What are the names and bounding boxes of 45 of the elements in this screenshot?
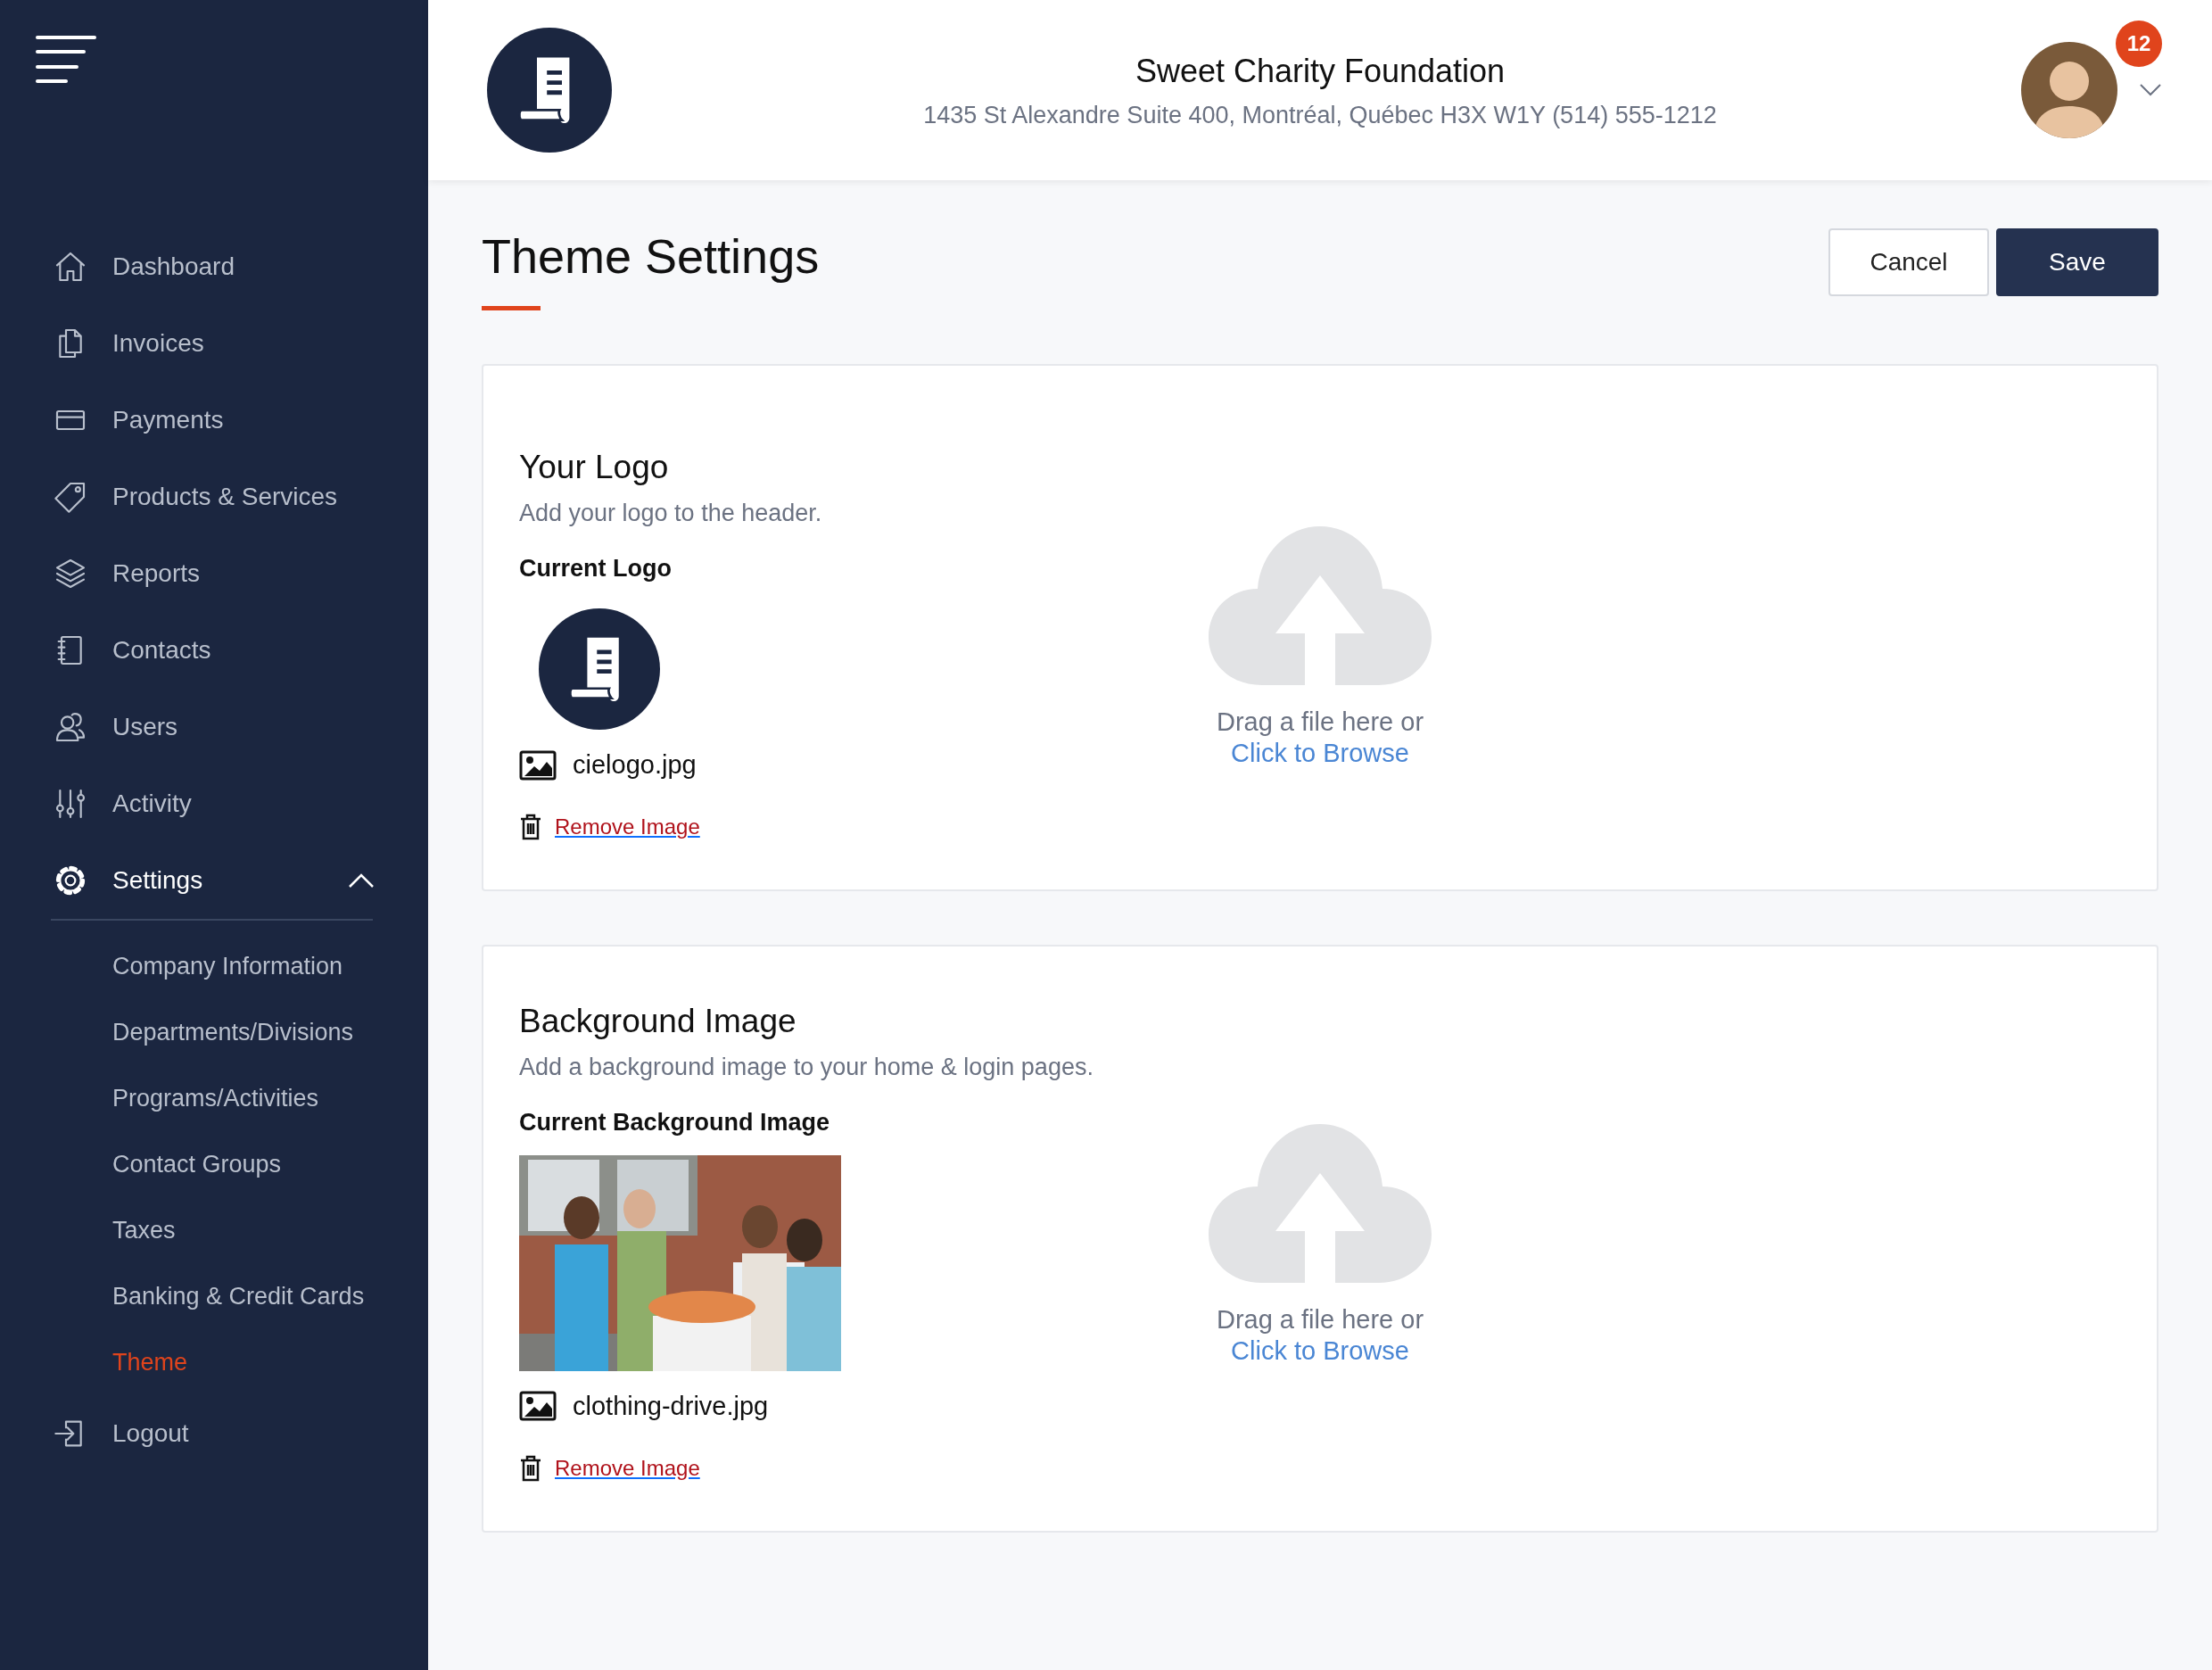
section-title: Background Image	[519, 1002, 797, 1042]
browse-link[interactable]: Click to Browse	[1231, 1335, 1409, 1365]
section-title: Your Logo	[519, 448, 670, 488]
image-file-icon	[519, 749, 557, 781]
section-description: Add a background image to your home & login pages.	[519, 1052, 1094, 1082]
title-underline	[482, 306, 541, 311]
sidebar-item[interactable]: Activity	[0, 765, 428, 842]
sidebar-item[interactable]: Dashboard	[0, 228, 428, 305]
submenu-item[interactable]: Departments/Divisions	[0, 999, 428, 1065]
trash-icon	[519, 1455, 542, 1483]
cancel-button[interactable]: Cancel	[1828, 228, 1989, 296]
remove-image-link[interactable]: Remove Image	[519, 811, 700, 844]
sidebar-item[interactable]: Contacts	[0, 612, 428, 689]
section-description: Add your logo to the header.	[519, 498, 823, 528]
sidebar-item[interactable]: Reports	[0, 535, 428, 612]
sidebar-item[interactable]: Users	[0, 689, 428, 765]
dropdown-caret-icon[interactable]	[2139, 83, 2162, 97]
submenu-item[interactable]: Programs/Activities	[0, 1065, 428, 1131]
submenu-item[interactable]: Theme	[0, 1329, 428, 1395]
drag-hint: Drag a file here or	[1215, 1303, 1425, 1335]
page-title: Theme Settings	[482, 230, 820, 284]
sidebar-item[interactable]: Payments	[0, 382, 428, 459]
notification-badge: 12	[2116, 21, 2162, 67]
organization-name: Sweet Charity Foundation	[1134, 51, 1506, 91]
submenu-item[interactable]: Taxes	[0, 1197, 428, 1263]
menu-button[interactable]	[36, 36, 96, 84]
save-button[interactable]: Save	[1996, 228, 2158, 296]
submenu-item[interactable]: Company Information	[0, 933, 428, 999]
organization-address: 1435 St Alexandre Suite 400, Montréal, Québec H3X W1Y (514) 555-1212	[923, 100, 1717, 130]
sidebar-item[interactable]: Invoices	[0, 305, 428, 382]
sidebar-item[interactable]: Products & Services	[0, 459, 428, 535]
current-image-label: Current Logo	[519, 554, 673, 584]
drag-hint: Drag a file here or	[1215, 707, 1425, 738]
submenu-item[interactable]: Contact Groups	[0, 1131, 428, 1197]
remove-image-link[interactable]: Remove Image	[519, 1452, 700, 1485]
sidebar-item[interactable]: Logout	[0, 1395, 428, 1472]
image-file-icon	[519, 1391, 557, 1422]
file-name: cielogo.jpg	[573, 748, 697, 781]
current-image-label: Current Background Image	[519, 1108, 831, 1138]
sidebar-item[interactable]: Settings	[0, 842, 428, 919]
chevron-icon	[348, 872, 375, 889]
trash-icon	[519, 814, 542, 841]
file-name: clothing-drive.jpg	[573, 1390, 769, 1422]
browse-link[interactable]: Click to Browse	[1231, 738, 1409, 767]
submenu-item[interactable]: Banking & Credit Cards	[0, 1263, 428, 1329]
